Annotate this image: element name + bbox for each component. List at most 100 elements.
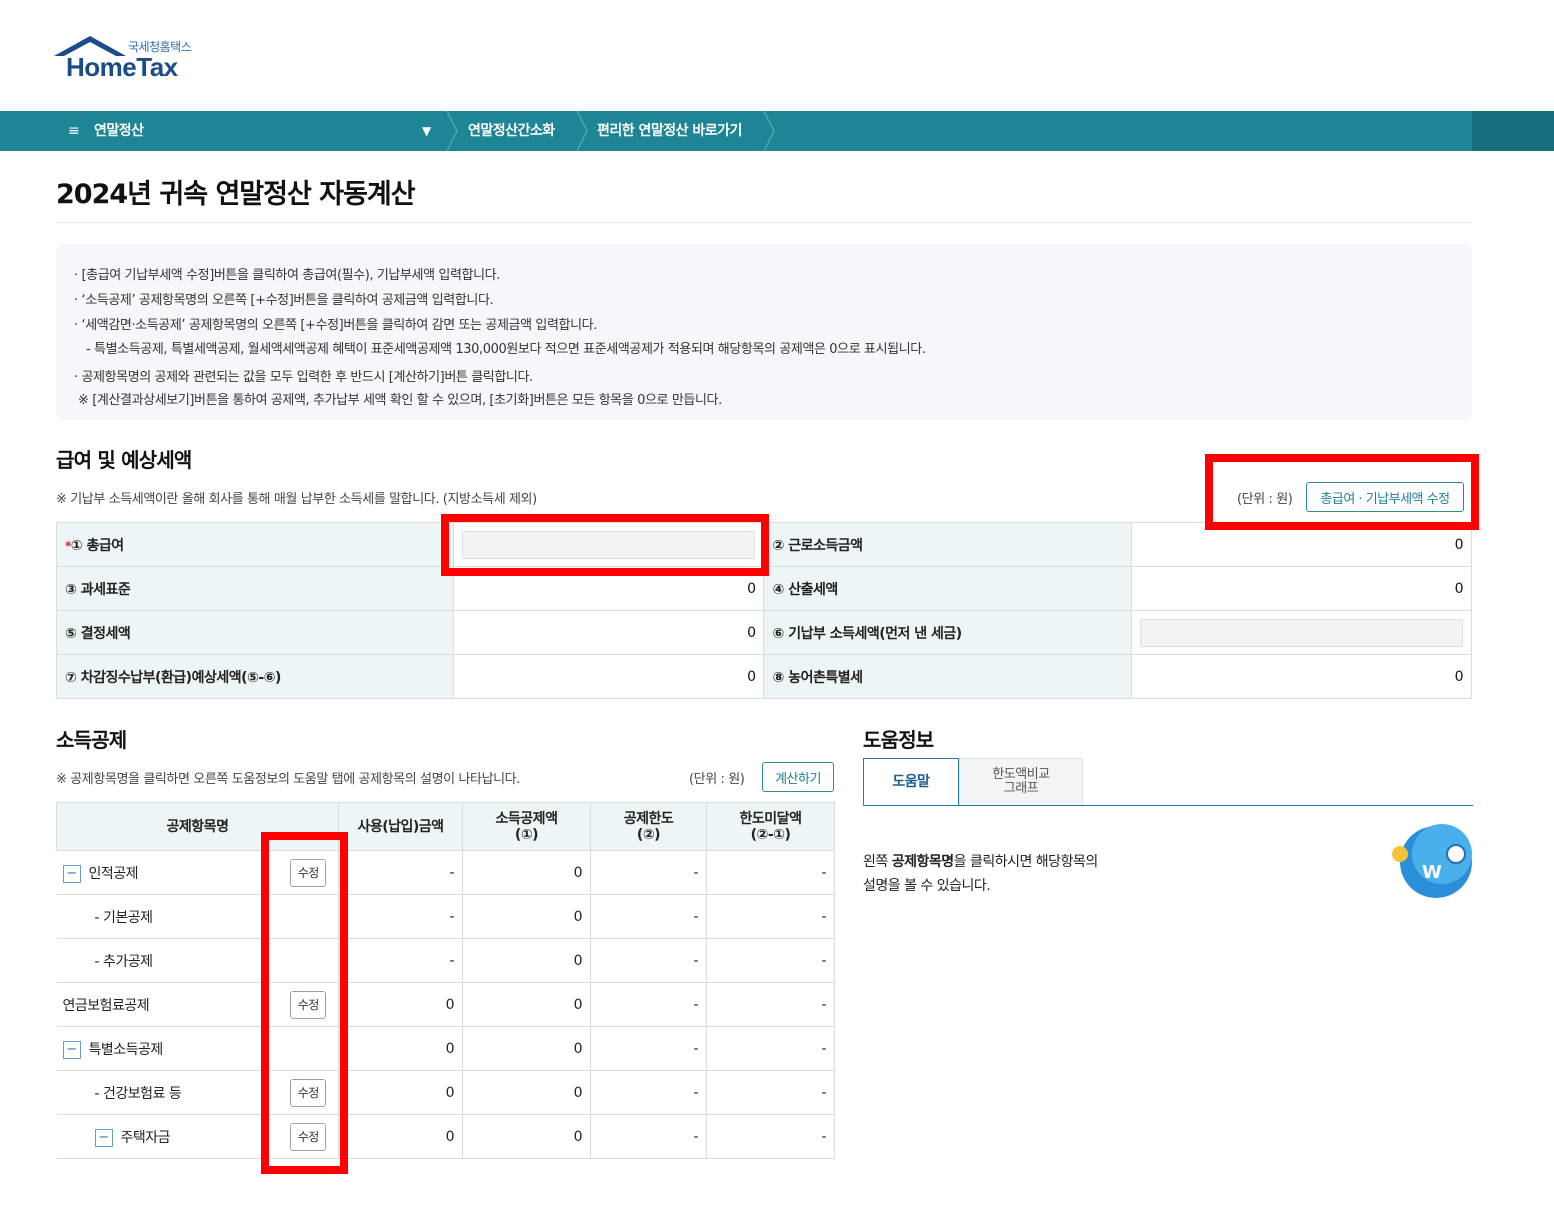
- deduction-note: ※ 공제항목명을 클릭하면 오른쪽 도움정보의 도움말 탭에 공제항목의 설명이…: [56, 772, 520, 787]
- deduction-item-name[interactable]: 인적공제: [89, 866, 139, 882]
- deduction-name-cell[interactable]: - 건강보험료 등: [56, 1070, 279, 1115]
- shortfall-cell: -: [706, 894, 835, 939]
- deduction-heading: 소득공제: [56, 728, 127, 752]
- mascot-icon: W: [1392, 824, 1472, 898]
- guide-line: · 공제항목명의 공제와 관련되는 값을 모두 입력한 후 반드시 [계산하기]…: [74, 370, 533, 385]
- highlight-total-salary: [441, 514, 769, 576]
- table-row: ⑦ 차감징수납부(환급)예상세액(⑤-⑥) 0 ⑧ 농어촌특별세 0: [56, 654, 1472, 699]
- salary-note: ※ 기납부 소득세액이란 올해 회사를 통해 매월 납부한 소득세를 말합니다.…: [56, 492, 537, 507]
- highlight-edit-button: [1205, 454, 1479, 530]
- nav-separator-icon: [446, 111, 458, 151]
- deduction-amount-cell: 0: [462, 1114, 591, 1159]
- label-tax-base: ③ 과세표준: [56, 566, 454, 611]
- collapse-icon[interactable]: −: [62, 864, 81, 883]
- table-row: ⑤ 결정세액 0 ⑥ 기납부 소득세액(먼저 낸 세금): [56, 610, 1472, 655]
- guide-line: · ‘세액감면·소득공제’ 공제항목명의 오른쪽 [+수정]버튼을 클릭하여 감…: [74, 318, 597, 333]
- salary-heading: 급여 및 예상세액: [56, 448, 192, 472]
- table-row: - 기본공제 -0- -: [56, 894, 835, 939]
- collapse-icon[interactable]: −: [62, 1040, 81, 1059]
- hometax-logo[interactable]: 국세청홈택스 HomeTax: [54, 34, 214, 84]
- deduction-unit: (단위 : 원): [689, 772, 745, 787]
- label-expected-refund: ⑦ 차감징수납부(환급)예상세액(⑤-⑥): [56, 654, 454, 699]
- deduction-name-cell[interactable]: 연금보험료공제: [56, 982, 279, 1027]
- guide-line: - 특별소득공제, 특별세액공제, 월세액세액공제 혜택이 표준세액공제액 13…: [86, 342, 926, 357]
- table-row: − 주택자금 수정 0 0- -: [56, 1114, 835, 1159]
- header-text: (②-①): [750, 826, 791, 843]
- shortfall-cell: -: [706, 1026, 835, 1071]
- help-text: 왼쪽 공제항목명을 클릭하시면 해당항목의 설명을 볼 수 있습니다.: [863, 854, 1098, 894]
- nav-bar-end: [1472, 111, 1554, 151]
- table-row: − 인적공제 수정 -0- -: [56, 850, 835, 895]
- deduction-item-name[interactable]: - 추가공제: [95, 954, 154, 970]
- limit-cell: -: [590, 1070, 707, 1115]
- table-row: - 추가공제 -0- -: [56, 938, 835, 983]
- nav-separator-icon: [763, 111, 775, 151]
- deduction-item-name[interactable]: - 건강보험료 등: [95, 1086, 182, 1102]
- label-rural-tax: ⑧ 농어촌특별세: [763, 654, 1133, 699]
- limit-cell: -: [590, 1114, 707, 1159]
- header-used-amount: 사용(납입)금액: [338, 802, 463, 851]
- table-row: - 건강보험료 등 수정 0 0- -: [56, 1070, 835, 1115]
- deduction-item-name[interactable]: 연금보험료공제: [63, 998, 150, 1014]
- tab-underline: [863, 805, 1473, 806]
- deduction-amount-cell: 0: [462, 982, 591, 1027]
- deduction-item-name[interactable]: 주택자금: [121, 1130, 171, 1146]
- header-text: (②): [636, 826, 661, 843]
- shortfall-cell: -: [706, 850, 835, 895]
- collapse-icon[interactable]: −: [94, 1128, 113, 1147]
- limit-cell: -: [590, 894, 707, 939]
- nav-item-simplified[interactable]: 연말정산간소화: [468, 111, 555, 151]
- deduction-name-cell[interactable]: − 인적공제: [56, 850, 279, 895]
- calculate-button[interactable]: 계산하기: [762, 762, 834, 792]
- top-nav-bar: ≡ 연말정산 ▼ 연말정산간소화 편리한 연말정산 바로가기: [0, 111, 1554, 151]
- header-text: 공제한도: [623, 810, 674, 827]
- highlight-edit-column: [261, 832, 348, 1174]
- used-amount-cell: -: [338, 850, 463, 895]
- guide-line: · [총급여 기납부세액 수정]버튼을 클릭하여 총급여(필수), 기납부세액 …: [74, 268, 500, 283]
- logo-title: HomeTax: [66, 52, 178, 82]
- deduction-name-cell[interactable]: - 추가공제: [56, 938, 279, 983]
- nav-separator-icon: [576, 111, 588, 151]
- limit-cell: -: [590, 938, 707, 983]
- help-heading: 도움정보: [863, 728, 934, 752]
- deduction-name-cell[interactable]: − 주택자금: [56, 1114, 279, 1159]
- prepaid-tax-input[interactable]: [1140, 618, 1463, 647]
- deduction-name-cell[interactable]: - 기본공제: [56, 894, 279, 939]
- deduction-item-name[interactable]: 특별소득공제: [89, 1042, 164, 1058]
- deduction-amount-cell: 0: [462, 850, 591, 895]
- title-divider: [56, 222, 1472, 223]
- shortfall-cell: -: [706, 938, 835, 983]
- used-amount-cell: -: [338, 938, 463, 983]
- deduction-amount-cell: 0: [462, 1070, 591, 1115]
- prepaid-tax-field[interactable]: [1131, 610, 1472, 655]
- used-amount-cell: 0: [338, 1114, 463, 1159]
- limit-cell: -: [590, 850, 707, 895]
- header-limit: 공제한도 (②): [590, 802, 707, 851]
- deduction-amount-cell: 0: [462, 894, 591, 939]
- label-total-salary: *① 총급여: [56, 522, 454, 567]
- deduction-amount-cell: 0: [462, 1026, 591, 1071]
- chevron-down-icon[interactable]: ▼: [422, 111, 431, 151]
- shortfall-cell: -: [706, 1114, 835, 1159]
- guide-line: ※ [계산결과상세보기]버튼을 통하여 공제액, 추가납부 세액 확인 할 수 …: [78, 393, 722, 408]
- header-shortfall: 한도미달액 (②-①): [706, 802, 835, 851]
- shortfall-cell: -: [706, 1070, 835, 1115]
- hamburger-menu-icon[interactable]: ≡: [68, 111, 80, 151]
- header-text: (①): [514, 826, 539, 843]
- deduction-item-name[interactable]: - 기본공제: [95, 910, 154, 926]
- value-calculated-tax: 0: [1131, 566, 1472, 611]
- label-determined-tax: ⑤ 결정세액: [56, 610, 454, 655]
- deduction-name-cell[interactable]: − 특별소득공제: [56, 1026, 279, 1071]
- label-earned-income: ② 근로소득금액: [763, 522, 1133, 567]
- tab-limit-graph[interactable]: 한도액비교 그래프: [959, 758, 1083, 806]
- guide-line: · ‘소득공제’ 공제항목명의 오른쪽 [+수정]버튼을 클릭하여 공제금액 입…: [74, 293, 494, 308]
- nav-menu-year-end[interactable]: 연말정산: [94, 111, 144, 151]
- tab-help[interactable]: 도움말: [863, 758, 959, 806]
- header-text: 한도미달액: [739, 810, 802, 827]
- table-header-row: 공제항목명 사용(납입)금액 소득공제액 (①) 공제한도 (②) 한도미달액 (②-…: [56, 802, 835, 851]
- tab-label: 그래프: [1003, 781, 1039, 796]
- deduction-table: 공제항목명 사용(납입)금액 소득공제액 (①) 공제한도 (②) 한도미달액 (②-…: [56, 802, 835, 1159]
- header-text: 소득공제액: [495, 810, 558, 827]
- nav-item-shortcut[interactable]: 편리한 연말정산 바로가기: [597, 111, 742, 151]
- used-amount-cell: 0: [338, 1026, 463, 1071]
